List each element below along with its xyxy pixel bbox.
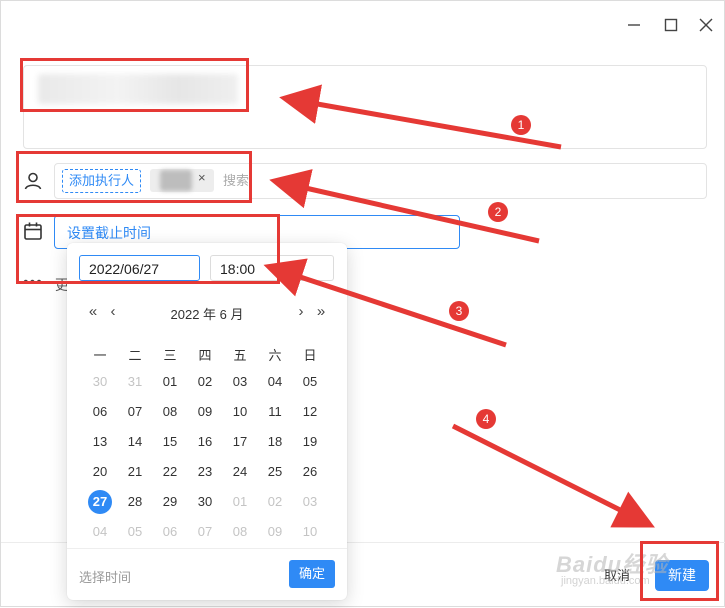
weekday-label: 六	[268, 348, 282, 363]
annotation-badge-2: 2	[488, 202, 508, 222]
assignee-chip: ×	[150, 169, 214, 192]
minimize-icon[interactable]	[624, 15, 644, 35]
assignee-field[interactable]: 添加执行人 ×	[54, 163, 707, 199]
calendar-day[interactable]: 09	[190, 400, 220, 424]
calendar-day[interactable]: 13	[85, 430, 115, 454]
time-input[interactable]: 18:00	[210, 255, 334, 281]
next-month-icon[interactable]: ›	[293, 303, 309, 320]
blurred-assignee-name	[160, 170, 192, 191]
calendar-day[interactable]: 08	[155, 400, 185, 424]
calendar-day[interactable]: 05	[295, 370, 325, 394]
calendar-day[interactable]: 30	[190, 490, 220, 514]
task-description-input[interactable]	[23, 65, 707, 149]
calendar-day[interactable]: 19	[295, 430, 325, 454]
prev-month-icon[interactable]: ‹	[105, 303, 121, 320]
calendar-day[interactable]: 06	[155, 520, 185, 544]
calendar-icon	[24, 222, 42, 240]
calendar-day[interactable]: 17	[225, 430, 255, 454]
arrow-4	[451, 423, 655, 528]
close-icon[interactable]	[696, 15, 716, 35]
weekday-label: 一	[93, 348, 107, 363]
calendar-day[interactable]: 03	[295, 490, 325, 514]
baidu-watermark-url: jingyan.baidu.com	[561, 575, 650, 587]
weekday-label: 四	[198, 348, 212, 363]
calendar-day[interactable]: 01	[225, 490, 255, 514]
picker-footer-divider	[67, 548, 347, 549]
weekday-label: 日	[303, 348, 317, 363]
calendar-day[interactable]: 02	[190, 370, 220, 394]
calendar-day[interactable]: 15	[155, 430, 185, 454]
annotation-badge-3: 3	[449, 301, 469, 321]
calendar-day[interactable]: 25	[260, 460, 290, 484]
calendar-day[interactable]: 29	[155, 490, 185, 514]
date-input[interactable]: 2022/06/27	[79, 255, 200, 281]
select-time-link[interactable]: 选择时间	[79, 567, 131, 586]
calendar-day[interactable]: 28	[120, 490, 150, 514]
calendar-day[interactable]: 08	[225, 520, 255, 544]
more-dots-icon: •••	[23, 274, 43, 291]
weekday-label: 五	[233, 348, 247, 363]
calendar-day[interactable]: 26	[295, 460, 325, 484]
calendar-day[interactable]: 02	[260, 490, 290, 514]
blurred-task-title	[38, 74, 238, 104]
calendar-day[interactable]: 23	[190, 460, 220, 484]
calendar-day-selected[interactable]: 27	[88, 490, 112, 514]
date-time-picker: 2022/06/27 18:00 « ‹ 2022 年 6 月 › » 一 二 三 四…	[67, 243, 347, 600]
person-icon	[24, 172, 42, 190]
calendar-day[interactable]: 18	[260, 430, 290, 454]
calendar-day[interactable]: 12	[295, 400, 325, 424]
calendar-day[interactable]: 01	[155, 370, 185, 394]
next-year-icon[interactable]: »	[313, 303, 329, 320]
calendar-day[interactable]: 22	[155, 460, 185, 484]
calendar-day[interactable]: 09	[260, 520, 290, 544]
calendar-day[interactable]: 31	[120, 370, 150, 394]
calendar-day[interactable]: 16	[190, 430, 220, 454]
assignee-search-input[interactable]	[223, 169, 343, 191]
prev-year-icon[interactable]: «	[85, 303, 101, 320]
calendar-day[interactable]: 03	[225, 370, 255, 394]
calendar-day[interactable]: 05	[120, 520, 150, 544]
add-assignee-button[interactable]: 添加执行人	[62, 169, 142, 193]
calendar-day[interactable]: 04	[85, 520, 115, 544]
maximize-icon[interactable]	[661, 15, 681, 35]
weekday-label: 二	[128, 348, 142, 363]
month-title: 2022 年 6 月	[170, 307, 244, 322]
calendar-day[interactable]: 07	[120, 400, 150, 424]
calendar-day[interactable]: 11	[260, 400, 290, 424]
create-task-dialog: 添加执行人 × 设置截止时间 ••• 更 取消 新建 2022/06/27 18…	[0, 0, 725, 607]
weekday-label: 三	[163, 348, 177, 363]
calendar-day[interactable]: 30	[85, 370, 115, 394]
confirm-button[interactable]: 确定	[289, 560, 335, 588]
calendar-day[interactable]: 14	[120, 430, 150, 454]
calendar-day[interactable]: 07	[190, 520, 220, 544]
calendar-day[interactable]: 06	[85, 400, 115, 424]
remove-assignee-icon[interactable]: ×	[198, 170, 206, 185]
calendar-day[interactable]: 10	[295, 520, 325, 544]
calendar-day[interactable]: 24	[225, 460, 255, 484]
annotation-badge-4: 4	[476, 409, 496, 429]
calendar-day[interactable]: 21	[120, 460, 150, 484]
calendar-day[interactable]: 04	[260, 370, 290, 394]
calendar-day[interactable]: 20	[85, 460, 115, 484]
calendar-day[interactable]: 10	[225, 400, 255, 424]
